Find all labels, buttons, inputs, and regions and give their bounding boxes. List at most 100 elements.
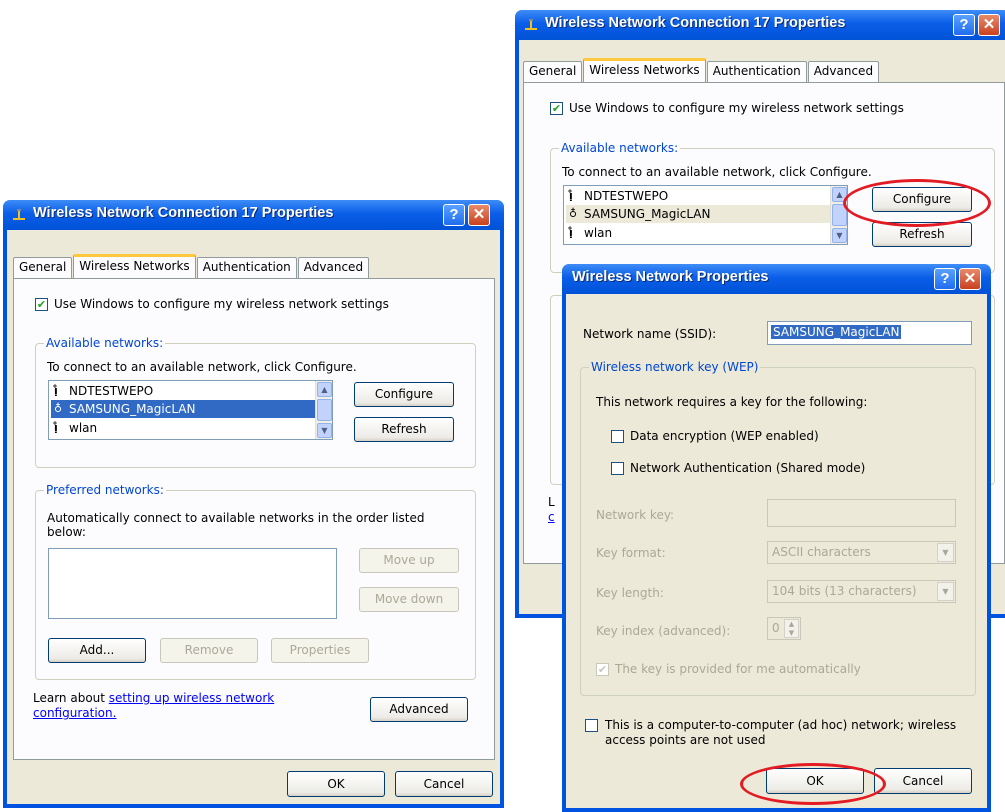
left-advanced-button[interactable]: Advanced	[370, 697, 468, 722]
right-networks-list[interactable]: ᴉ̊ NDTESTWEPO ♁ SAMSUNG_MagicLAN ᴉ̊ wlan ▲ …	[563, 185, 848, 245]
scroll-down-icon[interactable]: ▼	[317, 423, 332, 438]
left-properties-window: Wireless Network Connection 17 Propertie…	[3, 200, 504, 808]
list-item[interactable]: ᴉ̊ NDTESTWEPO	[566, 187, 830, 205]
wep-legend: Wireless network key (WEP)	[589, 360, 761, 374]
right-title-bar[interactable]: Wireless Network Connection 17 Propertie…	[515, 10, 1005, 40]
left-cancel-button[interactable]: Cancel	[395, 771, 493, 797]
adhoc-icon: ♁	[569, 207, 578, 220]
left-ok-button[interactable]: OK	[287, 771, 385, 797]
network-name: wlan	[584, 226, 613, 240]
wnp-title: Wireless Network Properties	[572, 269, 769, 285]
wnp-title-bar[interactable]: Wireless Network Properties ? ✕	[562, 264, 991, 294]
network-name: NDTESTWEPO	[584, 189, 669, 203]
network-key-label: Network key:	[596, 508, 675, 522]
left-close-button[interactable]: ✕	[468, 204, 490, 226]
network-connection-icon	[13, 209, 25, 220]
requires-key-text: This network requires a key for the foll…	[596, 395, 868, 409]
left-tab-advanced[interactable]: Advanced	[297, 257, 370, 278]
left-preferred-networks-group: Preferred networks: Automatically connec…	[35, 483, 476, 680]
key-index-spinner[interactable]: 0 ▲ ▼	[767, 617, 801, 640]
right-available-legend: Available networks:	[559, 141, 681, 155]
left-window-title: Wireless Network Connection 17 Propertie…	[33, 205, 334, 221]
move-down-button[interactable]: Move down	[359, 587, 459, 612]
left-preferred-desc-2: below:	[47, 525, 86, 539]
list-item[interactable]: ♁ SAMSUNG_MagicLAN	[51, 400, 315, 418]
left-available-instruction: To connect to an available network, clic…	[47, 360, 357, 374]
right-partial-c[interactable]: c	[548, 510, 555, 524]
list-item[interactable]: ᴉ̊ wlan	[566, 224, 830, 242]
wireless-network-properties-dialog: Wireless Network Properties ? ✕ Network …	[562, 264, 991, 812]
wnp-client-area: Network name (SSID): SAMSUNG_MagicLAN Wi…	[566, 294, 987, 808]
adhoc-label-line2: access points are not used	[605, 733, 766, 747]
learn-prefix: Learn about	[33, 691, 109, 705]
add-button[interactable]: Add...	[48, 638, 146, 663]
wep-group: Wireless network key (WEP) This network …	[580, 360, 976, 696]
key-length-label: Key length:	[596, 586, 664, 600]
left-use-windows-label: Use Windows to configure my wireless net…	[54, 297, 389, 311]
right-window-title: Wireless Network Connection 17 Propertie…	[545, 15, 846, 31]
left-configure-button[interactable]: Configure	[354, 382, 454, 407]
adhoc-icon: ♁	[54, 402, 63, 415]
right-tab-advanced[interactable]: Advanced	[807, 61, 880, 82]
right-available-instruction: To connect to an available network, clic…	[562, 165, 872, 179]
left-title-bar[interactable]: Wireless Network Connection 17 Propertie…	[3, 200, 504, 230]
list-item[interactable]: ᴉ̊ wlan	[51, 419, 315, 437]
key-index-label: Key index (advanced):	[596, 624, 731, 638]
key-format-select[interactable]: ASCII characters ▼	[767, 541, 956, 564]
left-tab-wireless-networks[interactable]: Wireless Networks	[73, 254, 196, 278]
scroll-down-icon[interactable]: ▼	[832, 228, 847, 243]
left-tab-general[interactable]: General	[13, 257, 73, 278]
ssid-input[interactable]: SAMSUNG_MagicLAN	[767, 321, 972, 345]
left-tab-authentication[interactable]: Authentication	[196, 257, 297, 278]
scroll-thumb[interactable]	[317, 399, 332, 421]
right-tab-strip: General Wireless Networks Authentication…	[523, 58, 880, 82]
chevron-down-icon: ▼	[937, 582, 954, 601]
left-available-legend: Available networks:	[44, 336, 166, 350]
list-item[interactable]: ♁ SAMSUNG_MagicLAN	[566, 205, 830, 223]
wnp-help-button[interactable]: ?	[934, 268, 956, 290]
right-tab-wireless-networks[interactable]: Wireless Networks	[583, 58, 706, 82]
list-item[interactable]: ᴉ̊ NDTESTWEPO	[51, 382, 315, 400]
right-close-button[interactable]: ✕	[978, 14, 1000, 36]
key-length-select[interactable]: 104 bits (13 characters) ▼	[767, 580, 956, 603]
left-preferred-list[interactable]	[48, 548, 337, 619]
data-encryption-checkbox[interactable]	[611, 430, 624, 443]
left-help-button[interactable]: ?	[443, 204, 465, 226]
network-name: wlan	[69, 421, 98, 435]
right-list-scrollbar[interactable]: ▲ ▼	[830, 186, 847, 244]
antenna-icon: ᴉ̊	[54, 384, 58, 397]
left-refresh-button[interactable]: Refresh	[354, 417, 454, 442]
left-networks-list[interactable]: ᴉ̊ NDTESTWEPO ♁ SAMSUNG_MagicLAN ᴉ̊ wlan ▲ …	[48, 380, 333, 440]
network-key-input[interactable]	[767, 499, 956, 527]
left-list-scrollbar[interactable]: ▲ ▼	[315, 381, 332, 439]
left-use-windows-checkbox[interactable]: ✔	[35, 298, 48, 311]
right-help-button[interactable]: ?	[953, 14, 975, 36]
remove-button[interactable]: Remove	[160, 638, 258, 663]
setup-wireless-link-cont[interactable]: configuration.	[33, 706, 116, 720]
right-use-windows-checkbox[interactable]: ✔	[550, 102, 563, 115]
data-encryption-label: Data encryption (WEP enabled)	[630, 429, 819, 443]
right-tab-authentication[interactable]: Authentication	[706, 61, 807, 82]
antenna-icon: ᴉ̊	[54, 421, 58, 434]
scroll-up-icon[interactable]: ▲	[317, 382, 332, 397]
properties-button[interactable]: Properties	[271, 638, 369, 663]
adhoc-checkbox[interactable]	[585, 719, 598, 732]
learn-about-text: Learn about setting up wireless network	[33, 691, 274, 705]
antenna-icon: ᴉ̊	[569, 226, 573, 239]
left-preferred-legend: Preferred networks:	[44, 483, 166, 497]
network-auth-checkbox[interactable]	[611, 462, 624, 475]
antenna-icon: ᴉ̊	[569, 189, 573, 202]
network-auth-label: Network Authentication (Shared mode)	[630, 461, 866, 475]
left-available-networks-group: Available networks: To connect to an ava…	[35, 336, 476, 468]
network-name: SAMSUNG_MagicLAN	[69, 402, 196, 416]
auto-key-label: The key is provided for me automatically	[615, 662, 861, 676]
move-up-button[interactable]: Move up	[359, 548, 459, 573]
left-tab-strip: General Wireless Networks Authentication…	[13, 254, 370, 278]
setup-wireless-link[interactable]: setting up wireless network	[109, 691, 274, 705]
right-tab-general[interactable]: General	[523, 61, 583, 82]
left-tab-panel: ✔ Use Windows to configure my wireless n…	[13, 278, 495, 760]
key-index-value: 0	[772, 621, 780, 635]
wnp-close-button[interactable]: ✕	[959, 268, 981, 290]
auto-key-checkbox[interactable]: ✔	[596, 663, 609, 676]
wnp-cancel-button[interactable]: Cancel	[874, 768, 972, 794]
